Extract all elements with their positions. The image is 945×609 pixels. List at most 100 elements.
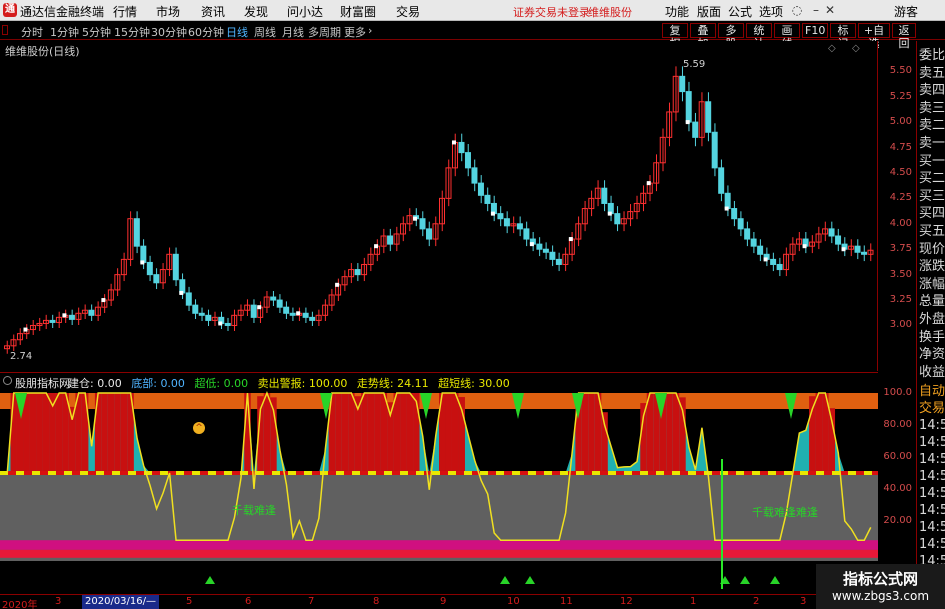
side-tab-item[interactable]: 涨幅 [919, 276, 945, 293]
period-monthly[interactable]: 月线 [282, 24, 304, 40]
period-more[interactable]: 更多 [344, 24, 366, 40]
menu-layout[interactable]: 版面 [697, 3, 721, 20]
period-60min[interactable]: 60分钟 [188, 24, 224, 40]
side-tab-lower-item[interactable]: 14:56 [919, 536, 945, 553]
side-tab-item[interactable]: 现价 [919, 241, 945, 258]
side-tab-item[interactable]: 净资 [919, 346, 945, 363]
side-tab-item[interactable]: 卖三 [919, 100, 945, 117]
candle-body [724, 192, 731, 210]
date-axis: 2020年 2020/03/16/— 3 5 6 7 8 9 10 11 12 … [0, 594, 878, 609]
side-tab-item[interactable]: 买三 [919, 188, 945, 205]
headset-icon[interactable]: ◌ [789, 2, 805, 18]
chevron-right-icon[interactable]: › [368, 24, 372, 37]
side-tab-lower-item[interactable]: 交易 [919, 400, 945, 417]
login-notice[interactable]: 证券交易未登录 [513, 4, 590, 20]
threshold-dash [712, 471, 720, 475]
side-tab-item[interactable]: 买四 [919, 205, 945, 222]
threshold-dash [584, 471, 592, 475]
f10-button[interactable]: F10 [802, 23, 828, 38]
side-tab-lower-item[interactable]: 14:56 [919, 502, 945, 519]
period-daily[interactable]: 日线 [226, 24, 248, 40]
side-tab-lower-item[interactable]: 自动 [919, 383, 945, 400]
threshold-dash [696, 471, 704, 475]
indicator-tick: 20.00 [883, 515, 912, 526]
threshold-dash [496, 471, 504, 475]
menu-ask[interactable]: 问小达 [287, 3, 323, 20]
side-tab-item[interactable]: 外盘 [919, 311, 945, 328]
candle-body [140, 245, 147, 263]
draw-line-button[interactable]: 画线 [774, 23, 800, 50]
menu-options[interactable]: 选项 [759, 3, 783, 20]
menu-function[interactable]: 功能 [665, 3, 689, 20]
side-tab-item[interactable]: 换手 [919, 329, 945, 346]
side-tab-item[interactable]: 涨跌 [919, 258, 945, 275]
indicator-chart[interactable]: ^ 千载难逢 千载难逢难逢 [0, 389, 878, 594]
month-tick: 2 [753, 596, 760, 607]
multistock-button[interactable]: 多股 [718, 23, 744, 50]
user-guest[interactable]: 游客 [894, 3, 918, 20]
side-tab-item[interactable]: 收益 [919, 364, 945, 381]
side-tab-lower-item[interactable]: 14:56 [919, 434, 945, 451]
menu-formula[interactable]: 公式 [728, 3, 752, 20]
threshold-dash [600, 471, 608, 475]
side-tab-item[interactable]: 买二 [919, 170, 945, 187]
menu-news[interactable]: 资讯 [201, 3, 225, 20]
threshold-dash [200, 471, 208, 475]
indicator-settings-icon[interactable] [3, 376, 12, 385]
period-multi[interactable]: 多周期 [308, 24, 341, 40]
side-tab-item[interactable]: 卖一 [919, 135, 945, 152]
price-marker [101, 298, 106, 303]
menu-market[interactable]: 市场 [156, 3, 180, 20]
menu-wealth[interactable]: 财富圈 [340, 3, 376, 20]
period-5min[interactable]: 5分钟 [82, 24, 111, 40]
menu-quotes[interactable]: 行情 [113, 3, 137, 20]
threshold-dash [320, 471, 328, 475]
threshold-dash [576, 471, 584, 475]
side-tab-item[interactable]: 卖五 [919, 65, 945, 82]
back-button[interactable]: 返回 [892, 23, 916, 50]
price-tick: 3.50 [889, 268, 912, 280]
side-tab-lower-item[interactable]: 14:56 [919, 519, 945, 536]
period-intraday[interactable]: 分时 [21, 24, 43, 40]
chevron-up-icon[interactable]: ^ [193, 422, 205, 434]
period-15min[interactable]: 15分钟 [114, 24, 150, 40]
add-favorite-button[interactable]: +自选 [858, 23, 890, 50]
threshold-dash [808, 471, 816, 475]
menu-trade[interactable]: 交易 [396, 3, 420, 20]
mark-button[interactable]: 标记 [830, 23, 856, 50]
close-icon[interactable]: ✕ [822, 2, 838, 18]
candle-body [302, 312, 309, 318]
price-tick: 5.50 [889, 65, 912, 77]
menu-discover[interactable]: 发现 [244, 3, 268, 20]
period-1min[interactable]: 1分钟 [50, 24, 79, 40]
sell-spike [101, 393, 108, 473]
statistics-button[interactable]: 统计 [746, 23, 772, 50]
price-tick: 4.50 [889, 166, 912, 178]
side-tab-item[interactable]: 委比 [919, 47, 945, 64]
side-tab-item[interactable]: 卖四 [919, 82, 945, 99]
overlay-button[interactable]: 叠加 [690, 23, 716, 50]
side-tab-lower-item[interactable]: 14:56 [919, 468, 945, 485]
period-weekly[interactable]: 周线 [254, 24, 276, 40]
side-tab-item[interactable]: 卖二 [919, 117, 945, 134]
side-quote-panel: 委比 卖五 卖四 卖三 卖二 卖一 买一 买二 买三 买四 买五 现价 涨跌 涨幅 总量 外盘 换手 净资 收益自动… [916, 41, 945, 609]
threshold-dash [680, 471, 688, 475]
app-title: 通达信金融终端 [20, 5, 105, 19]
kline-chart[interactable]: 维维股份(日线) ◇ ◇ 5.59 2.74 [0, 41, 878, 371]
candle-body [685, 91, 692, 123]
candle-body [770, 258, 777, 265]
price-tick: 4.25 [889, 192, 912, 204]
side-tab-lower-item[interactable]: 14:56 [919, 485, 945, 502]
side-tab-item[interactable]: 总量 [919, 293, 945, 310]
adjust-button[interactable]: 复权 [662, 23, 688, 50]
panel-toggle-icon[interactable] [2, 25, 8, 35]
candle-body [250, 304, 257, 318]
indicator-canvas [0, 390, 878, 589]
side-tab-lower-item[interactable]: 14:56 [919, 417, 945, 434]
side-tab-lower-item[interactable]: 14:56 [919, 451, 945, 468]
period-30min[interactable]: 30分钟 [151, 24, 187, 40]
side-tab-item[interactable]: 买一 [919, 153, 945, 170]
side-tab-item[interactable]: 买五 [919, 223, 945, 240]
threshold-dash [328, 471, 336, 475]
candle-body [224, 322, 231, 326]
